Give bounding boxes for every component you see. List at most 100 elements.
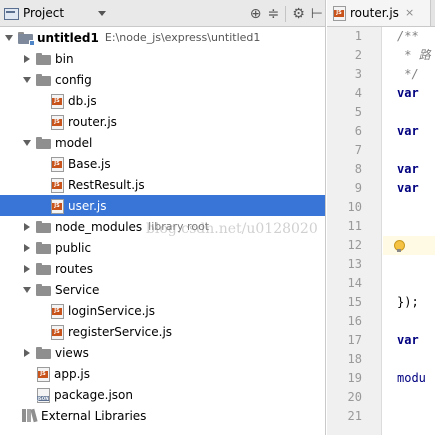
view-selector-dropdown-icon[interactable] <box>98 11 107 16</box>
code-line[interactable] <box>383 274 435 293</box>
line-number: 13 <box>347 257 362 271</box>
code-line[interactable] <box>383 103 435 122</box>
tree-node-label: db.js <box>68 93 97 108</box>
tree-node-registerservice-js[interactable]: JS registerService.js <box>0 321 325 342</box>
project-panel-toolbar: ⊕ ≑ ⚙ ⊢ <box>250 0 323 27</box>
code-line[interactable]: var <box>383 122 435 141</box>
code-line[interactable]: * 路 <box>383 46 435 65</box>
line-number: 15 <box>347 295 362 309</box>
code-line[interactable] <box>383 255 435 274</box>
close-icon[interactable]: × <box>405 6 414 19</box>
tree-node-root[interactable]: untitled1 E:\node_js\express\untitled1 <box>0 27 325 48</box>
line-number: 9 <box>354 181 362 195</box>
tree-node-router-js[interactable]: JS router.js <box>0 111 325 132</box>
tree-node-label: untitled1 <box>37 30 99 45</box>
line-number: 19 <box>347 371 362 385</box>
gear-icon[interactable]: ⚙ <box>292 7 305 21</box>
tree-node-db-js[interactable]: JS db.js <box>0 90 325 111</box>
line-number: 16 <box>347 314 362 328</box>
collapse-arrow-icon[interactable] <box>22 348 32 358</box>
collapse-arrow-icon[interactable] <box>22 264 32 274</box>
expand-arrow-icon[interactable] <box>22 138 32 148</box>
tree-node-restresult-js[interactable]: JS RestResult.js <box>0 174 325 195</box>
code-line[interactable] <box>383 198 435 217</box>
line-number: 10 <box>347 200 362 214</box>
js-file-icon: JS <box>50 198 64 214</box>
folder-icon <box>36 346 51 359</box>
code-line[interactable]: var <box>383 160 435 179</box>
intention-bulb-icon[interactable] <box>393 239 405 253</box>
tree-node-user-js[interactable]: JS user.js <box>0 195 325 216</box>
tree-node-label: package.json <box>54 387 134 402</box>
code-line[interactable] <box>383 217 435 236</box>
code-line[interactable] <box>383 388 435 407</box>
js-file-icon: JS <box>50 177 64 193</box>
json-file-icon: JSON <box>36 387 50 403</box>
tree-node-label: routes <box>55 261 93 276</box>
js-file-icon: JS <box>50 303 64 319</box>
code-line[interactable]: */ <box>383 65 435 84</box>
project-tree: untitled1 E:\node_js\express\untitled1 b… <box>0 27 325 426</box>
tree-node-service[interactable]: Service <box>0 279 325 300</box>
project-path: E:\node_js\express\untitled1 <box>104 31 261 44</box>
tree-node-config[interactable]: config <box>0 69 325 90</box>
line-number: 11 <box>347 219 362 233</box>
line-number: 6 <box>354 124 362 138</box>
line-number: 8 <box>354 162 362 176</box>
js-file-icon: JS <box>50 114 64 130</box>
tree-node-views[interactable]: views <box>0 342 325 363</box>
code-line[interactable] <box>383 350 435 369</box>
project-panel-header: Project ⊕ ≑ ⚙ ⊢ <box>0 0 325 27</box>
tree-node-loginservice-js[interactable]: JS loginService.js <box>0 300 325 321</box>
hide-panel-icon[interactable]: ⊢ <box>311 7 323 21</box>
expand-arrow-icon[interactable] <box>22 75 32 85</box>
tree-node-package-json[interactable]: JSON package.json <box>0 384 325 405</box>
js-file-icon: JS <box>50 324 64 340</box>
tree-node-label: node_modules <box>55 219 143 234</box>
line-number: 3 <box>354 67 362 81</box>
tree-node-bin[interactable]: bin <box>0 48 325 69</box>
tree-node-public[interactable]: public <box>0 237 325 258</box>
line-number-gutter: 1 2 3 4 5 6 7 8 9 10 11 12 13 14 15 16 1… <box>327 27 382 435</box>
tree-node-label: bin <box>55 51 74 66</box>
toolbar-divider <box>285 5 287 22</box>
code-line[interactable] <box>383 407 435 426</box>
code-line-current[interactable] <box>383 236 435 255</box>
js-file-icon: JS <box>50 93 64 109</box>
tree-node-model[interactable]: model <box>0 132 325 153</box>
expand-arrow-icon[interactable] <box>4 33 14 43</box>
project-panel: Project ⊕ ≑ ⚙ ⊢ untitled1 E:\node_js\exp… <box>0 0 326 435</box>
external-libraries-icon <box>22 408 38 423</box>
code-line[interactable] <box>383 141 435 160</box>
collapse-arrow-icon[interactable] <box>22 54 32 64</box>
project-panel-title[interactable]: Project <box>23 6 64 20</box>
tree-node-base-js[interactable]: JS Base.js <box>0 153 325 174</box>
code-line[interactable]: modu <box>383 369 435 388</box>
code-line[interactable]: var <box>383 179 435 198</box>
tree-node-app-js[interactable]: JS app.js <box>0 363 325 384</box>
expand-arrow-icon[interactable] <box>22 285 32 295</box>
code-line[interactable]: var <box>383 331 435 350</box>
folder-icon <box>36 52 51 65</box>
tree-node-label: router.js <box>68 114 117 129</box>
tree-node-node-modules[interactable]: node_modules library root <box>0 216 325 237</box>
tree-node-routes[interactable]: routes <box>0 258 325 279</box>
code-line[interactable]: var <box>383 84 435 103</box>
tree-node-label: user.js <box>68 198 107 213</box>
line-number: 12 <box>347 238 362 252</box>
tree-node-external-libraries[interactable]: External Libraries <box>0 405 325 426</box>
tree-node-label: views <box>55 345 89 360</box>
code-area[interactable]: /** * 路 */ var var var var }); var modu <box>383 27 435 435</box>
scroll-from-source-icon[interactable]: ⊕ <box>250 7 262 21</box>
collapse-all-icon[interactable]: ≑ <box>268 7 280 21</box>
editor-tab-router-js[interactable]: JS router.js × <box>327 0 431 26</box>
tree-node-label: Service <box>55 282 100 297</box>
collapse-arrow-icon[interactable] <box>22 222 32 232</box>
code-line[interactable]: }); <box>383 293 435 312</box>
project-view-icon <box>4 7 19 20</box>
tree-node-label: registerService.js <box>68 324 173 339</box>
library-root-suffix: library root <box>148 220 210 233</box>
code-line[interactable] <box>383 312 435 331</box>
collapse-arrow-icon[interactable] <box>22 243 32 253</box>
code-line[interactable]: /** <box>383 27 435 46</box>
